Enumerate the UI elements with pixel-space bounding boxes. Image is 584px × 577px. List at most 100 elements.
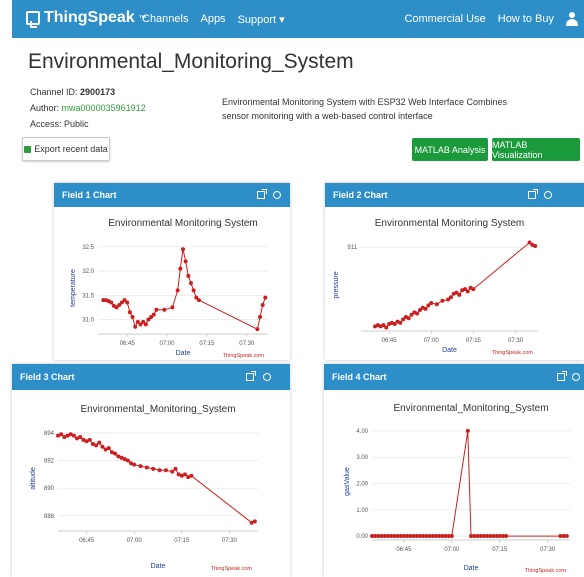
open-external-icon[interactable] xyxy=(528,189,538,199)
x-tick-label: 07:30 xyxy=(508,338,524,344)
data-point xyxy=(471,287,476,292)
user-icon[interactable] xyxy=(566,12,578,26)
data-point xyxy=(154,307,159,312)
data-point xyxy=(133,324,138,329)
comment-icon[interactable] xyxy=(273,191,281,199)
comment-icon[interactable] xyxy=(544,191,552,199)
field-3-title: Field 3 Chart xyxy=(20,372,75,382)
data-point xyxy=(71,433,76,438)
export-label: Export recent data xyxy=(34,144,108,154)
x-tick-label: 07:30 xyxy=(239,341,255,347)
data-point xyxy=(263,295,268,300)
x-axis-label: Date xyxy=(151,563,166,570)
y-tick-label: 0.00 xyxy=(356,534,368,540)
nav-commercial-use[interactable]: Commercial Use xyxy=(404,13,485,25)
x-tick-label: 07:00 xyxy=(424,338,440,344)
comment-icon[interactable] xyxy=(572,373,580,381)
thingspeak-logo[interactable]: ThingSpeak ™ xyxy=(26,9,147,28)
data-point xyxy=(564,534,569,539)
x-axis-label: Date xyxy=(176,350,191,357)
x-tick-label: 06:45 xyxy=(79,538,95,544)
author-label: Author: xyxy=(30,103,60,113)
y-tick-label: 890 xyxy=(44,486,55,492)
data-point xyxy=(78,435,83,440)
open-external-icon[interactable] xyxy=(557,371,567,381)
data-point xyxy=(440,298,445,303)
data-point xyxy=(100,444,105,449)
data-point xyxy=(109,300,114,305)
x-tick-label: 06:45 xyxy=(382,338,398,344)
y-tick-label: 3.00 xyxy=(356,455,368,461)
matlab-visualization-label: MATLAB Visualization xyxy=(492,139,543,160)
y-tick-label: 32.5 xyxy=(82,245,94,251)
brand-name: ThingSpeak xyxy=(44,9,135,26)
data-point xyxy=(186,273,191,278)
data-point xyxy=(170,469,175,474)
nav-links: Channels Apps Support ▾ xyxy=(142,13,285,26)
matlab-visualization-button[interactable]: MATLAB Visualization xyxy=(492,138,580,161)
y-tick-label: 894 xyxy=(44,431,55,437)
data-point xyxy=(113,451,118,456)
field-2-panel: Field 2 Chart Environmental Monitoring S… xyxy=(325,183,584,360)
field-2-header: Field 2 Chart xyxy=(325,183,584,207)
data-point xyxy=(188,281,193,286)
nav-channels[interactable]: Channels xyxy=(142,13,188,26)
field-3-chart: Environmental_Monitoring_System 888 890 892… xyxy=(30,404,258,572)
open-external-icon[interactable] xyxy=(246,371,256,381)
data-point xyxy=(138,464,143,469)
channel-id-value: 2900173 xyxy=(80,87,116,97)
x-tick-label: 07:00 xyxy=(160,341,176,347)
field-1-panel: Field 1 Chart Environmental Monitoring S… xyxy=(54,183,290,360)
y-tick-label: 31.0 xyxy=(82,317,94,323)
chart-title: Environmental_Monitoring_System xyxy=(393,403,548,414)
data-point xyxy=(127,310,132,315)
page-title: Environmental_Monitoring_System xyxy=(28,50,354,73)
data-point xyxy=(151,466,156,471)
open-external-icon[interactable] xyxy=(257,189,267,199)
data-point xyxy=(191,288,196,293)
data-point xyxy=(106,446,111,451)
x-tick-label: 07:15 xyxy=(199,341,215,347)
x-tick-label: 07:30 xyxy=(222,538,238,544)
export-icon xyxy=(24,145,32,153)
x-tick-label: 07:15 xyxy=(174,538,190,544)
author-link[interactable]: mwa0000035961912 xyxy=(62,103,146,113)
y-tick-label: 892 xyxy=(44,459,55,465)
nav-apps[interactable]: Apps xyxy=(200,13,225,26)
nav-how-to-buy[interactable]: How to Buy xyxy=(498,13,554,25)
chart-title: Environmental Monitoring System xyxy=(108,218,258,229)
y-tick-label: 32.0 xyxy=(82,269,94,275)
thingspeak-credit: ThingSpeak.com xyxy=(525,568,567,574)
export-data-button[interactable]: Export recent data xyxy=(22,137,110,161)
comment-icon[interactable] xyxy=(263,373,271,381)
data-point xyxy=(434,302,439,307)
channel-meta: Channel ID: 2900173 Author: mwa000003596… xyxy=(30,84,146,132)
data-point xyxy=(465,428,470,433)
matlab-analysis-label: MATLAB Analysis xyxy=(414,144,486,155)
x-tick-label: 07:15 xyxy=(466,338,482,344)
data-point xyxy=(189,473,194,478)
data-point xyxy=(183,259,188,264)
channel-id-label: Channel ID: xyxy=(30,87,78,97)
matlab-analysis-button[interactable]: MATLAB Analysis xyxy=(412,138,488,161)
x-axis-label: Date xyxy=(464,565,479,572)
data-point xyxy=(533,243,538,248)
y-tick-label: 2.00 xyxy=(356,481,368,487)
data-point xyxy=(163,468,168,473)
thingspeak-credit: ThingSpeak.com xyxy=(492,350,534,356)
data-point xyxy=(429,301,434,306)
data-point xyxy=(255,327,260,332)
data-point xyxy=(423,306,428,311)
nav-support[interactable]: Support ▾ xyxy=(238,13,285,26)
field-1-chart: Environmental Monitoring System 31.0 31.5 3… xyxy=(70,218,268,359)
data-point xyxy=(175,288,180,293)
x-tick-label: 07:30 xyxy=(540,547,556,553)
data-point xyxy=(173,466,178,471)
thingspeak-credit: ThingSpeak.com xyxy=(211,566,253,572)
data-point xyxy=(384,325,389,330)
access-row: Access: Public xyxy=(30,116,146,132)
thingspeak-credit: ThingSpeak.com xyxy=(223,353,265,359)
author-row: Author: mwa0000035961912 xyxy=(30,100,146,116)
field-4-chart: Environmental_Monitoring_System 0.00 1.00 2… xyxy=(344,403,570,574)
x-axis-label: Date xyxy=(442,347,457,354)
